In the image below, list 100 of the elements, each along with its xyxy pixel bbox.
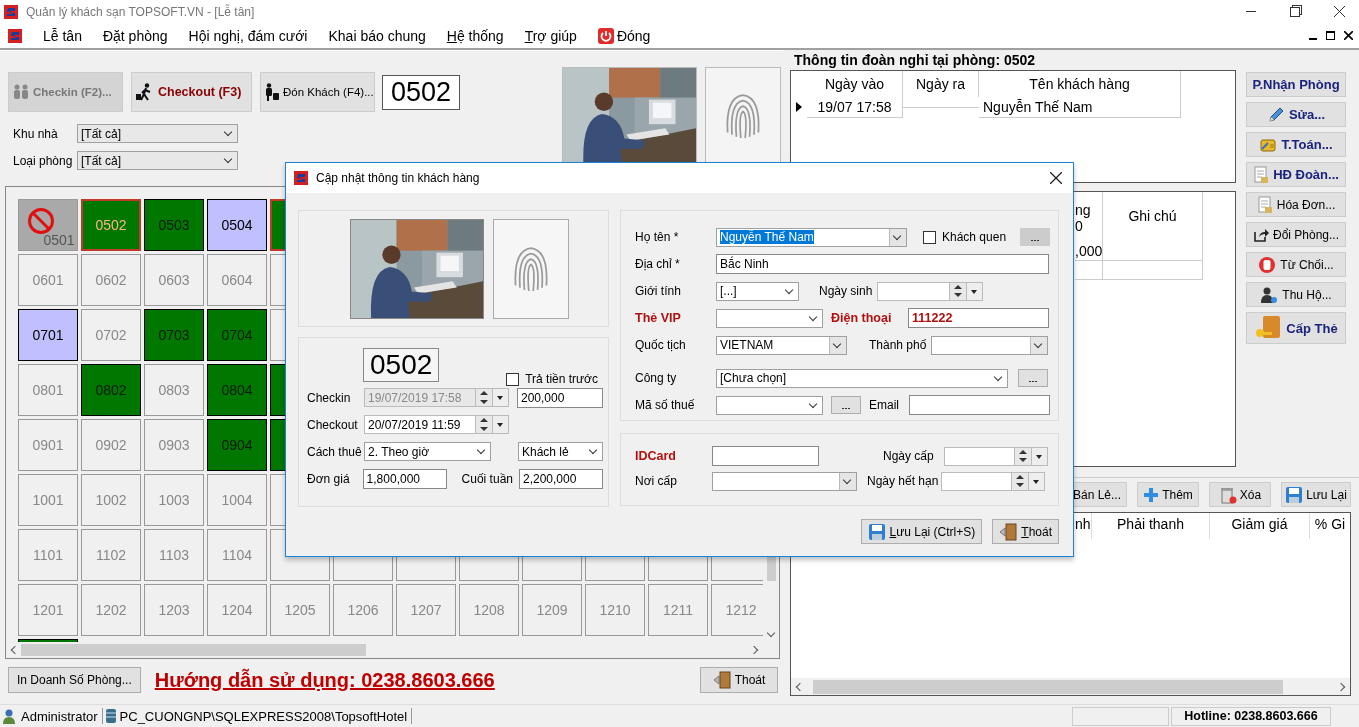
toolbar-button[interactable]: Thêm [1137,482,1199,507]
filter-label: Khu nhà [13,126,59,141]
caret-icon [839,472,856,490]
action-button[interactable]: Sửa... [1246,102,1346,127]
name-dropdown[interactable]: Nguyễn Thế Nam [716,227,907,247]
menu-item[interactable]: Hội nghị, đám cưới [188,27,308,44]
action-button[interactable]: Từ Chối... [1246,252,1346,277]
field-label: Checkout [307,417,359,432]
row-pointer-icon [796,102,802,112]
address-field[interactable]: Bắc Ninh [716,254,1049,274]
column-header: Giảm giá [1210,513,1310,539]
database-status: PC_CUONGNP\SQLEXPRESS2008\TopsoftHotel [104,708,413,724]
room-tile[interactable]: 0701 [18,309,78,361]
more-button[interactable] [1018,369,1048,387]
filter-dropdown[interactable]: [Tất cả] [77,151,238,170]
regular-guest-checkbox[interactable]: Khách quen [923,230,1007,244]
close-icon[interactable] [1050,172,1062,184]
field-label: Quốc tịch [635,338,687,352]
caret-icon [1028,472,1044,490]
room-number: 0502 [363,348,440,382]
prepaid-amount-field[interactable]: 200,000 [517,387,603,408]
app-logo-icon [8,28,22,43]
dialog-button[interactable]: Thoát [992,519,1059,544]
issue-date-field[interactable] [944,446,1048,466]
power-icon [597,27,614,44]
field-label: Giới tính [635,284,682,298]
checkout-field[interactable]: 20/07/2019 11:59 [364,415,509,434]
city-dropdown[interactable] [931,335,1048,355]
phone-field[interactable]: 111222 [908,308,1049,328]
filter-label: Loại phòng [13,153,74,168]
people-icon [12,84,30,100]
door-icon [999,522,1018,541]
prepaid-checkbox[interactable]: Trả tiền trước [506,372,598,386]
birthday-field[interactable] [877,281,983,301]
action-button[interactable]: Thu Hộ... [1246,282,1346,307]
menu-item[interactable]: Hệ thống [446,27,504,44]
caret-icon [889,228,906,246]
exit-button[interactable]: Thoát [700,667,778,693]
action-button[interactable]: P.Nhận Phòng [1246,72,1346,97]
menu-item[interactable]: Lễ tân [43,27,82,44]
menu-item[interactable]: Đặt phòng [102,27,168,44]
tax-code-dropdown[interactable] [716,395,823,415]
hotline-status: Hotline: 0238.8603.666 [1171,706,1331,726]
menu-item[interactable]: Đóng [597,27,651,44]
toolbar-button[interactable]: Lưu Lại [1281,482,1351,507]
price-field[interactable]: 1,800,000 [362,468,447,489]
weekend-price-field[interactable]: 2,200,000 [519,468,603,489]
field-label: IDCard [635,449,677,463]
email-field[interactable] [909,395,1050,415]
close-icon[interactable] [1344,31,1353,40]
action-button[interactable]: Hóa Đơn... [1246,192,1346,217]
menu-item[interactable]: Khai báo chung [328,27,426,44]
toolbar-button[interactable]: Xóa [1209,482,1271,507]
restore-button[interactable] [1290,6,1300,17]
action-button[interactable]: T.Toán... [1246,132,1346,157]
column-header: nh [1075,513,1092,539]
idcard-field[interactable] [712,446,819,466]
menu-item[interactable]: Trợ giúp [524,27,577,44]
horizontal-scrollbar[interactable] [791,678,1350,695]
vip-dropdown[interactable] [716,308,823,328]
field-label: Thẻ VIP [635,311,682,325]
expiry-date-field[interactable] [941,471,1045,491]
gender-dropdown[interactable]: [...] [716,281,799,301]
nationality-dropdown[interactable]: VIETNAM [716,335,847,355]
action-button[interactable]: HĐ Đoàn... [1246,162,1346,187]
close-icon[interactable] [1334,6,1345,17]
minimize-button[interactable] [1309,37,1317,40]
stop-hand-icon [1258,255,1277,274]
more-button[interactable] [831,396,861,414]
guest-type-dropdown[interactable]: Khách lẻ [518,442,603,461]
spinner-icon [949,282,966,300]
checkbox[interactable] [506,372,520,386]
filter-dropdown[interactable]: [Tất cả] [77,124,238,143]
rent-type-dropdown[interactable]: 2. Theo giờ [364,442,491,461]
action-button[interactable]: Cấp Thẻ [1246,312,1346,344]
table-cell: 19/07 17:58 [807,96,903,118]
table-cell: Nguyễn Thế Nam [979,96,1181,118]
report-button[interactable]: In Doanh Số Phòng... [8,667,141,693]
document-icon [1253,165,1270,184]
toolbar-button[interactable]: Đón Khách (F4)... [260,72,375,112]
user-icon [1260,285,1279,304]
dialog-button[interactable]: Lưu Lại (Ctrl+S) [860,519,983,544]
column-header: Ngày vào [807,71,903,97]
no-entry-icon [27,207,55,235]
plus-icon [1143,486,1160,503]
help-link[interactable]: Hướng dẫn sử dụng: 0238.8603.666 [154,668,495,692]
room-tile[interactable]: 0504 [207,199,267,251]
trash-icon [1218,485,1237,504]
toolbar-button[interactable]: Checkout (F3) [131,72,252,112]
field-label: Checkin [307,390,352,405]
field-label: Ngày cấp [883,449,935,463]
issue-place-dropdown[interactable] [712,471,857,491]
room-number: 0502 [382,74,461,110]
app-logo-icon [294,171,308,185]
checkbox[interactable] [923,230,936,244]
column-header: Tên khách hàng [979,71,1181,97]
field-label: Thành phố [869,338,928,352]
company-dropdown[interactable]: [Chưa chọn] [716,368,1008,388]
action-button[interactable]: Đổi Phòng... [1246,222,1346,247]
restore-button[interactable] [1326,31,1335,40]
